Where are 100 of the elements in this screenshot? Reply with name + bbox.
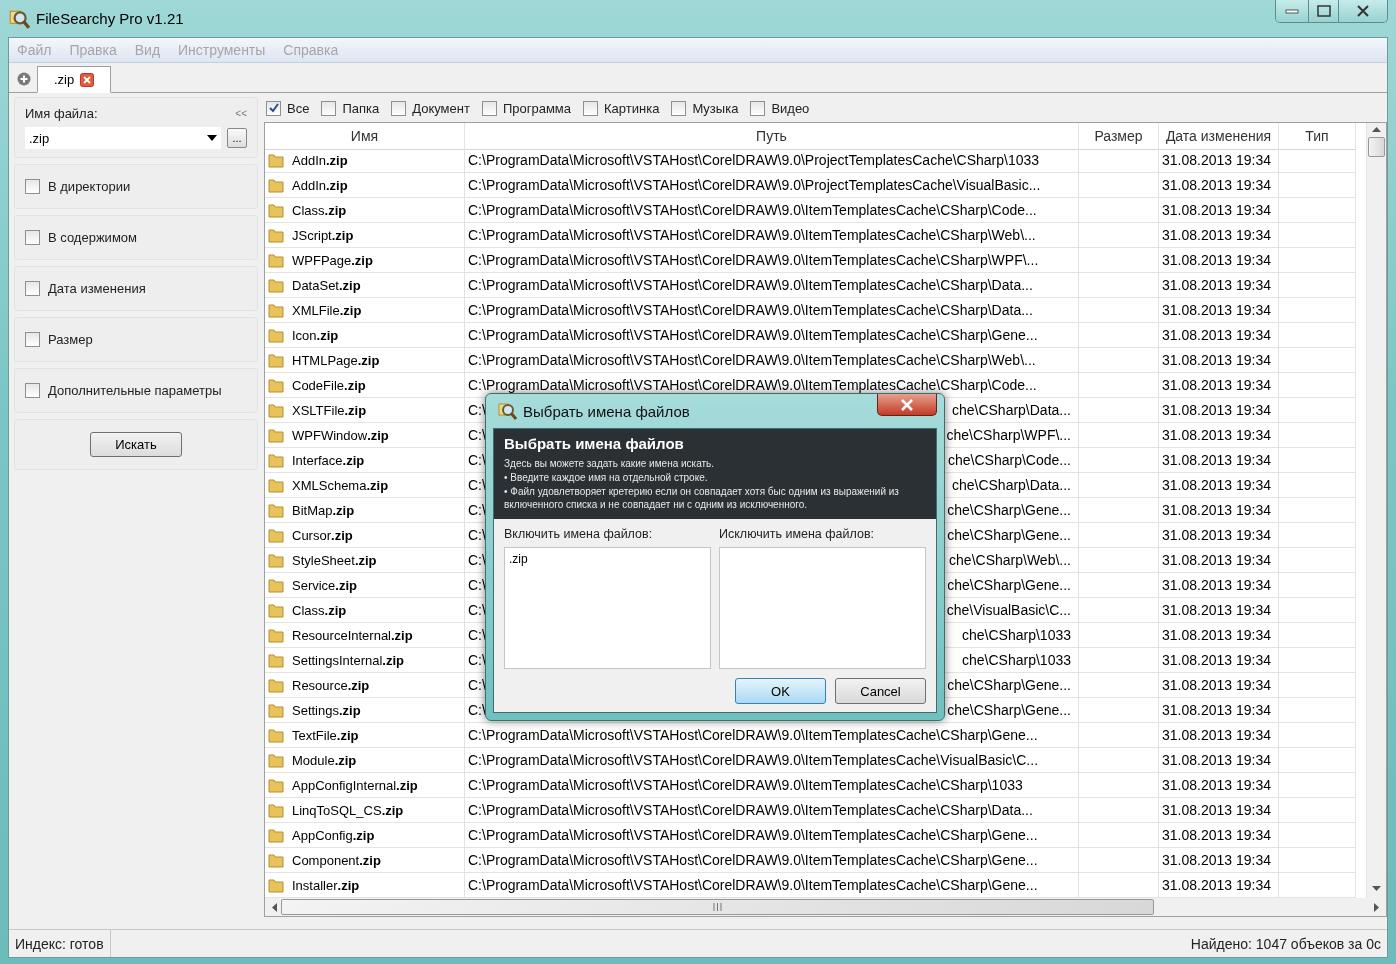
file-name: Cursor.zip [292, 527, 353, 543]
date-cell: 31.08.2013 19:34 [1159, 648, 1279, 673]
checkbox[interactable] [25, 281, 40, 296]
close-icon[interactable] [80, 72, 95, 87]
date-cell: 31.08.2013 19:34 [1159, 573, 1279, 598]
folder-icon [268, 602, 284, 618]
checkbox-label[interactable]: Дополнительные параметры [48, 383, 222, 398]
file-name: AddIn.zip [292, 152, 348, 168]
folder-icon [268, 852, 284, 868]
scroll-down-icon[interactable] [1372, 884, 1381, 892]
file-path: C:\ [468, 577, 486, 593]
checkbox[interactable] [25, 230, 40, 245]
scroll-thumb[interactable] [1368, 137, 1385, 157]
column-header[interactable]: Размер [1079, 123, 1159, 150]
scroll-thumb[interactable] [281, 899, 1154, 915]
file-name: XMLFile.zip [292, 302, 362, 318]
file-path: C:\ProgramData\Microsoft\VSTAHost\CorelDRAW\9.0\ItemTemplatesCache\VisualBasic\C... [468, 752, 1039, 768]
folder-icon [268, 427, 284, 443]
checkbox-label[interactable]: В директории [48, 179, 131, 194]
date-cell: 31.08.2013 19:34 [1159, 398, 1279, 423]
file-name: Icon.zip [292, 327, 339, 343]
dialog-button[interactable]: Cancel [835, 678, 926, 704]
checkbox-label[interactable]: Видео [771, 100, 810, 116]
folder-icon [268, 252, 284, 268]
date-cell: 31.08.2013 19:34 [1159, 273, 1279, 298]
horizontal-scrollbar[interactable] [265, 898, 1386, 916]
search-button[interactable]: Искать [90, 432, 182, 457]
scroll-right-icon[interactable] [1374, 902, 1380, 912]
scroll-left-icon[interactable] [271, 902, 277, 912]
date-cell: 31.08.2013 19:34 [1159, 223, 1279, 248]
filename-combobox[interactable]: .zip [25, 127, 221, 149]
column-header[interactable]: Тип [1279, 123, 1356, 150]
file-name: Interface.zip [292, 452, 365, 468]
dropdown-arrow-icon[interactable] [207, 135, 217, 141]
file-name: HTMLPage.zip [292, 352, 380, 368]
maximize-icon [1316, 5, 1331, 17]
checkbox-label[interactable]: Все [287, 100, 310, 116]
include-field[interactable]: .zip [504, 547, 711, 669]
vertical-scrollbar[interactable] [1366, 123, 1386, 898]
search-tab[interactable]: .zip [37, 66, 112, 93]
date-cell: 31.08.2013 19:34 [1159, 798, 1279, 823]
maximize-button[interactable] [1309, 0, 1339, 22]
checkbox[interactable] [671, 100, 687, 116]
checkbox[interactable] [25, 179, 40, 194]
file-path: C:\ [468, 627, 486, 643]
date-cell: 31.08.2013 19:34 [1159, 523, 1279, 548]
checkbox[interactable] [391, 100, 407, 116]
column-header[interactable]: Путь [465, 123, 1079, 150]
date-cell: 31.08.2013 19:34 [1159, 248, 1279, 273]
checkbox[interactable] [25, 383, 40, 398]
checkbox[interactable] [750, 100, 766, 116]
folder-icon [268, 452, 284, 468]
close-icon [1356, 5, 1370, 17]
checkbox[interactable] [321, 100, 337, 116]
minimize-button[interactable] [1276, 0, 1309, 22]
checkbox-label[interactable]: Размер [48, 332, 93, 347]
checkbox-label[interactable]: Папка [342, 100, 380, 116]
checkbox-label[interactable]: Музыка [692, 100, 739, 116]
dialog-button[interactable]: OK [735, 678, 826, 704]
browse-button[interactable]: ... [227, 128, 247, 148]
folder-icon [268, 727, 284, 743]
collapse-button[interactable]: << [235, 108, 247, 119]
add-tab-icon[interactable] [17, 72, 31, 86]
close-button[interactable] [877, 394, 937, 416]
file-name: Module.zip [292, 752, 357, 768]
close-button[interactable] [1339, 0, 1387, 22]
checkbox[interactable] [481, 100, 497, 116]
date-cell: 31.08.2013 19:34 [1159, 673, 1279, 698]
folder-icon [268, 277, 284, 293]
file-name: Settings.zip [292, 702, 361, 718]
file-path: che\CSharp\WPF\... [946, 427, 1072, 443]
checkbox-label[interactable]: В содержимом [48, 230, 137, 245]
date-cell: 31.08.2013 19:34 [1159, 623, 1279, 648]
checkbox-label[interactable]: Документ [412, 100, 470, 116]
checkbox-label[interactable]: Картинка [604, 100, 660, 116]
checkbox[interactable] [583, 100, 599, 116]
checkbox-label[interactable]: Дата изменения [48, 281, 146, 296]
exclude-field[interactable] [719, 547, 926, 669]
checkbox[interactable] [25, 332, 40, 347]
file-path: C:\ [468, 552, 486, 568]
folder-icon [268, 777, 284, 793]
folder-icon [268, 827, 284, 843]
file-path: C:\ProgramData\Microsoft\VSTAHost\CorelDRAW\9.0\ItemTemplatesCache\CSharp\Gene... [468, 827, 1038, 843]
date-cell: 31.08.2013 19:34 [1159, 323, 1279, 348]
column-header[interactable]: Дата изменения [1159, 123, 1279, 150]
date-cell: 31.08.2013 19:34 [1159, 448, 1279, 473]
checkbox[interactable] [266, 100, 281, 116]
date-cell: 31.08.2013 19:34 [1159, 723, 1279, 748]
file-name: AppConfig.zip [292, 827, 375, 843]
date-cell: 31.08.2013 19:34 [1159, 298, 1279, 323]
file-path: C:\ [468, 702, 486, 718]
date-cell: 31.08.2013 19:34 [1159, 698, 1279, 723]
folder-icon [268, 477, 284, 493]
file-name: Component.zip [292, 852, 381, 868]
date-cell: 31.08.2013 19:34 [1159, 848, 1279, 873]
file-path: C:\ProgramData\Microsoft\VSTAHost\CorelDRAW\9.0\ItemTemplatesCache\CSharp\Web\... [468, 227, 1036, 243]
checkbox-label[interactable]: Программа [502, 100, 572, 116]
column-header[interactable]: Имя [265, 123, 465, 150]
file-path: C:\ [468, 427, 486, 443]
description-text: Здесь вы можете задать какие имена искать. [504, 457, 716, 470]
